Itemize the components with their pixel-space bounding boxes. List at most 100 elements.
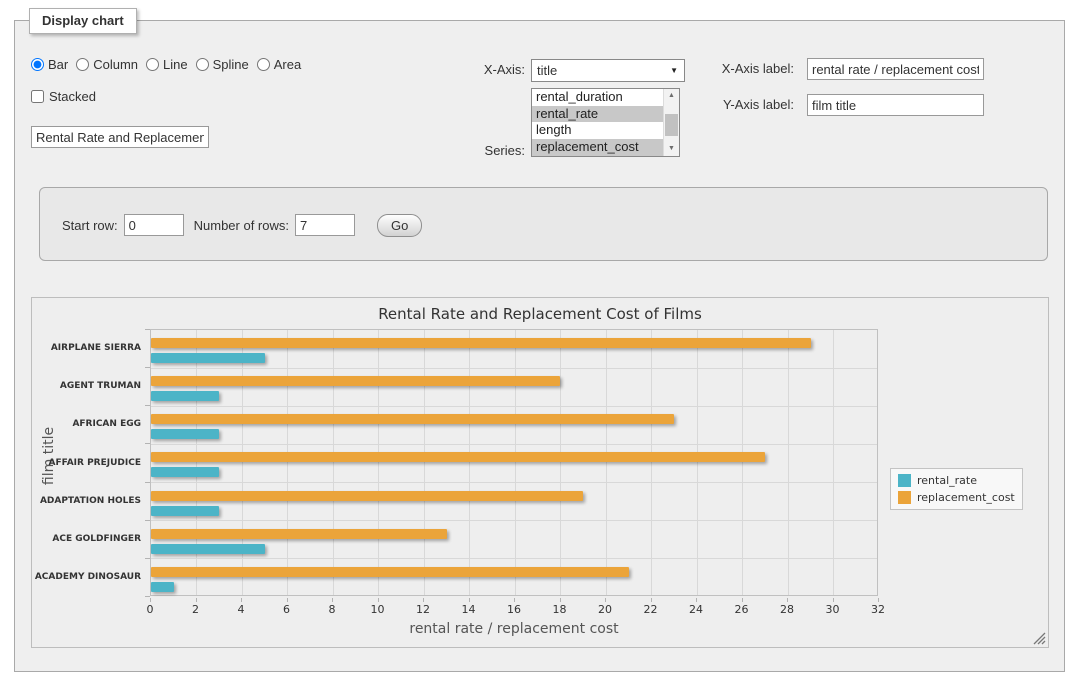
bar-rental_rate bbox=[151, 467, 219, 477]
series-list-label: Series: bbox=[435, 143, 525, 158]
x-tick-label: 10 bbox=[363, 603, 393, 616]
chart-type-radio-area[interactable] bbox=[257, 58, 270, 71]
start-row-input[interactable] bbox=[124, 214, 184, 236]
series-option-replacement_cost[interactable]: replacement_cost bbox=[532, 139, 663, 156]
series-option-rental_rate[interactable]: rental_rate bbox=[532, 106, 663, 123]
x-axis-tick bbox=[878, 598, 879, 602]
category-label: ADAPTATION HOLES bbox=[32, 496, 141, 506]
series-scrollbar[interactable]: ▲ ▼ bbox=[663, 89, 679, 156]
x-axis-tick bbox=[469, 598, 470, 602]
category-label: AIRPLANE SIERRA bbox=[32, 343, 141, 353]
x-axis-tick bbox=[833, 598, 834, 602]
bar-rental_rate bbox=[151, 506, 219, 516]
x-axis-label-input[interactable] bbox=[807, 58, 984, 80]
chart-type-radio-bar[interactable] bbox=[31, 58, 44, 71]
go-button[interactable]: Go bbox=[377, 214, 422, 237]
y-axis-tick bbox=[145, 520, 150, 521]
chart-legend: rental_rate replacement_cost bbox=[890, 468, 1023, 510]
chart-type-option-area[interactable]: Area bbox=[257, 57, 301, 72]
series-option-length[interactable]: length bbox=[532, 122, 663, 139]
scrollbar-thumb[interactable] bbox=[665, 114, 678, 136]
grid-vline bbox=[788, 330, 789, 595]
x-axis-tick bbox=[378, 598, 379, 602]
legend-swatch-icon bbox=[898, 474, 911, 487]
bar-replacement_cost bbox=[151, 452, 765, 462]
chart-type-radio-column[interactable] bbox=[76, 58, 89, 71]
series-option-rental_duration[interactable]: rental_duration bbox=[532, 89, 663, 106]
bar-replacement_cost bbox=[151, 491, 583, 501]
chart-type-radio-line[interactable] bbox=[146, 58, 159, 71]
stacked-checkbox[interactable] bbox=[31, 90, 44, 103]
grid-hline bbox=[151, 558, 877, 559]
x-tick-label: 24 bbox=[681, 603, 711, 616]
x-axis-tick bbox=[605, 598, 606, 602]
x-axis-tick bbox=[332, 598, 333, 602]
y-axis-label-input[interactable] bbox=[807, 94, 984, 116]
series-multiselect[interactable]: rental_durationrental_ratelengthreplacem… bbox=[531, 88, 680, 157]
x-tick-label: 18 bbox=[545, 603, 575, 616]
chart-type-option-column[interactable]: Column bbox=[76, 57, 138, 72]
y-axis-tick bbox=[145, 443, 150, 444]
x-tick-label: 28 bbox=[772, 603, 802, 616]
chart-type-text: Column bbox=[93, 57, 138, 72]
legend-item-rental_rate[interactable]: rental_rate bbox=[898, 474, 1015, 487]
bar-replacement_cost bbox=[151, 376, 560, 386]
resize-grip-icon[interactable] bbox=[1033, 632, 1046, 645]
x-axis-tick bbox=[696, 598, 697, 602]
chart-box: Rental Rate and Replacement Cost of Film… bbox=[31, 297, 1049, 648]
grid-vline bbox=[515, 330, 516, 595]
x-tick-label: 2 bbox=[181, 603, 211, 616]
y-axis-tick bbox=[145, 367, 150, 368]
legend-item-replacement_cost[interactable]: replacement_cost bbox=[898, 491, 1015, 504]
display-chart-panel: Display chart BarColumnLineSplineArea St… bbox=[14, 20, 1065, 672]
y-axis-tick bbox=[145, 596, 150, 597]
y-axis-tick bbox=[145, 482, 150, 483]
grid-vline bbox=[378, 330, 379, 595]
stacked-option[interactable]: Stacked bbox=[31, 89, 96, 104]
x-tick-label: 6 bbox=[272, 603, 302, 616]
start-row-label: Start row: bbox=[62, 218, 118, 233]
chart-type-option-bar[interactable]: Bar bbox=[31, 57, 68, 72]
grid-hline bbox=[151, 406, 877, 407]
chart-x-axis-title: rental rate / replacement cost bbox=[150, 621, 878, 637]
x-axis-select[interactable]: title bbox=[531, 59, 685, 82]
bar-rental_rate bbox=[151, 391, 219, 401]
grid-vline bbox=[242, 330, 243, 595]
grid-vline bbox=[196, 330, 197, 595]
y-axis-tick bbox=[145, 405, 150, 406]
grid-hline bbox=[151, 368, 877, 369]
bar-rental_rate bbox=[151, 353, 265, 363]
x-tick-label: 8 bbox=[317, 603, 347, 616]
grid-vline bbox=[833, 330, 834, 595]
chart-type-text: Line bbox=[163, 57, 188, 72]
x-tick-label: 16 bbox=[499, 603, 529, 616]
x-axis-tick bbox=[287, 598, 288, 602]
grid-vline bbox=[606, 330, 607, 595]
bar-rental_rate bbox=[151, 429, 219, 439]
bar-rental_rate bbox=[151, 582, 174, 592]
grid-hline bbox=[151, 482, 877, 483]
chart-type-option-spline[interactable]: Spline bbox=[196, 57, 249, 72]
x-axis-tick bbox=[150, 598, 151, 602]
x-axis-tick bbox=[241, 598, 242, 602]
x-axis-tick bbox=[742, 598, 743, 602]
scroll-down-icon[interactable]: ▼ bbox=[664, 142, 679, 156]
chart-type-option-line[interactable]: Line bbox=[146, 57, 188, 72]
grid-vline bbox=[742, 330, 743, 595]
grid-vline bbox=[651, 330, 652, 595]
grid-vline bbox=[469, 330, 470, 595]
series-options: rental_durationrental_ratelengthreplacem… bbox=[532, 89, 663, 156]
bar-replacement_cost bbox=[151, 529, 447, 539]
grid-hline bbox=[151, 520, 877, 521]
grid-hline bbox=[151, 444, 877, 445]
num-rows-input[interactable] bbox=[295, 214, 355, 236]
chart-title-input[interactable] bbox=[31, 126, 209, 148]
x-axis-tick bbox=[423, 598, 424, 602]
chart-type-radio-spline[interactable] bbox=[196, 58, 209, 71]
scroll-up-icon[interactable]: ▲ bbox=[664, 89, 679, 103]
x-axis-tick bbox=[514, 598, 515, 602]
x-axis-tick bbox=[787, 598, 788, 602]
bar-replacement_cost bbox=[151, 338, 811, 348]
category-label: AGENT TRUMAN bbox=[32, 381, 141, 391]
bar-replacement_cost bbox=[151, 414, 674, 424]
